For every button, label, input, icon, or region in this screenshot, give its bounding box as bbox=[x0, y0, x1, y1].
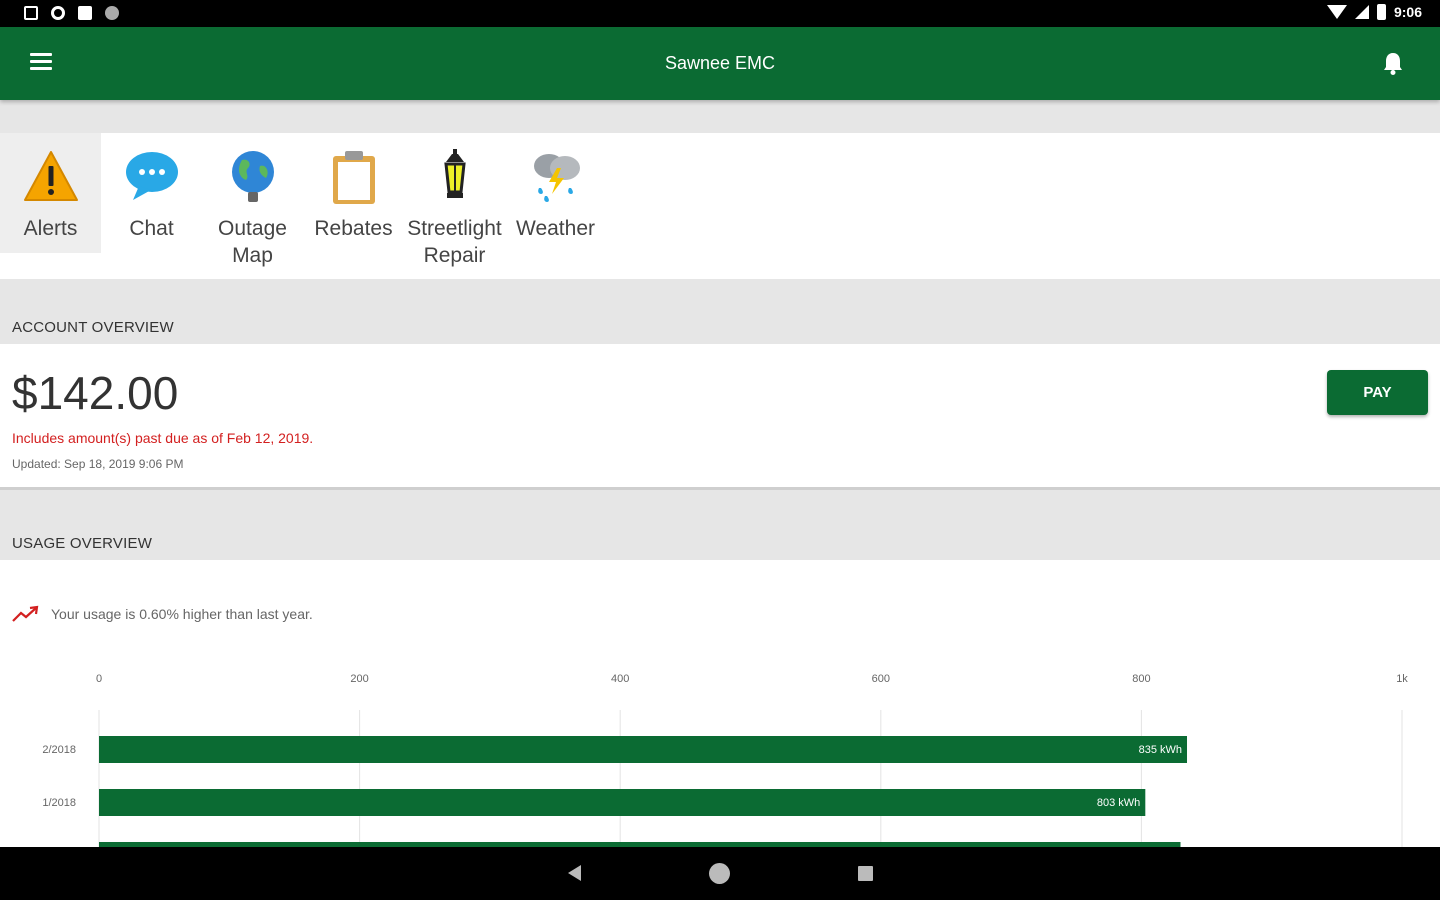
quick-action-label: Streetlight Repair bbox=[407, 217, 502, 267]
quick-action-streetlight-repair[interactable]: Streetlight Repair bbox=[404, 133, 505, 267]
bar bbox=[99, 736, 1188, 763]
circle-status-icon bbox=[105, 6, 119, 20]
usage-overview-card: Your usage is 0.60% higher than last yea… bbox=[0, 560, 1440, 847]
data-label: 803 kWh bbox=[1097, 797, 1140, 809]
data-label: 835 kWh bbox=[1139, 744, 1182, 756]
quick-actions: Alerts Chat Outage Map Rebates Streetlig… bbox=[0, 133, 1440, 279]
notification-icons bbox=[24, 6, 119, 20]
storm-cloud-icon bbox=[534, 154, 580, 202]
clock: 9:06 bbox=[1393, 4, 1422, 20]
quick-action-alerts[interactable]: Alerts bbox=[0, 133, 101, 253]
balance-amount: $142.00 bbox=[12, 367, 179, 419]
quick-action-chat[interactable]: Chat bbox=[101, 133, 202, 253]
clipboard-icon bbox=[333, 151, 375, 204]
x-tick-label: 200 bbox=[350, 673, 368, 685]
navigation-bar bbox=[0, 847, 1440, 900]
quick-action-label: Alerts bbox=[23, 217, 78, 240]
recent-apps-button[interactable] bbox=[858, 866, 873, 881]
warning-icon bbox=[24, 151, 78, 201]
globe-icon bbox=[232, 151, 274, 202]
quick-action-label: Outage Map bbox=[218, 217, 287, 267]
usage-overview-header: USAGE OVERVIEW bbox=[0, 498, 1440, 560]
sd-card-icon bbox=[78, 6, 92, 20]
status-bar: 9:06 bbox=[0, 0, 1440, 27]
settings-notification-icon bbox=[51, 6, 65, 20]
notification-icon bbox=[24, 6, 38, 20]
quick-action-label: Weather bbox=[516, 217, 595, 240]
app-bar: Sawnee EMC bbox=[0, 27, 1440, 100]
section-title: USAGE OVERVIEW bbox=[12, 535, 153, 552]
signal-icon bbox=[1354, 5, 1369, 19]
quick-action-weather[interactable]: Weather bbox=[505, 133, 606, 253]
account-overview-card: $142.00 Includes amount(s) past due as o… bbox=[0, 344, 1440, 490]
app-title: Sawnee EMC bbox=[664, 53, 776, 73]
x-tick-label: 1k bbox=[1396, 673, 1408, 685]
battery-icon bbox=[1376, 4, 1386, 20]
quick-action-rebates[interactable]: Rebates bbox=[303, 133, 404, 253]
bell-icon[interactable] bbox=[1382, 51, 1404, 75]
x-tick-label: 400 bbox=[611, 673, 629, 685]
bar bbox=[99, 789, 1146, 816]
wifi-icon bbox=[1326, 5, 1347, 19]
quick-action-outage-map[interactable]: Outage Map bbox=[202, 133, 303, 267]
updated-timestamp: Updated: Sep 18, 2019 9:06 PM bbox=[12, 457, 184, 471]
back-button[interactable] bbox=[568, 865, 581, 881]
y-tick-label: 2/2018 bbox=[42, 744, 76, 756]
past-due-notice: Includes amount(s) past due as of Feb 12… bbox=[12, 430, 314, 446]
quick-action-label: Rebates bbox=[314, 217, 393, 240]
usage-bar-chart: 0 200 400 600 800 1k 2/2018 835 kWh 1/2018 803 kW… bbox=[42, 673, 1408, 847]
x-tick-label: 0 bbox=[96, 673, 102, 685]
pay-button[interactable]: PAY bbox=[1327, 370, 1428, 415]
system-status: 9:06 bbox=[1326, 4, 1422, 20]
chat-bubble-icon bbox=[126, 152, 178, 200]
quick-action-label: Chat bbox=[129, 217, 174, 240]
y-tick-label: 1/2018 bbox=[42, 797, 76, 809]
x-tick-label: 800 bbox=[1132, 673, 1150, 685]
x-tick-label: 600 bbox=[872, 673, 890, 685]
lantern-icon bbox=[444, 149, 466, 198]
account-overview-header: ACCOUNT OVERVIEW bbox=[0, 282, 1440, 344]
section-title: ACCOUNT OVERVIEW bbox=[12, 319, 174, 336]
home-button[interactable] bbox=[709, 863, 730, 884]
